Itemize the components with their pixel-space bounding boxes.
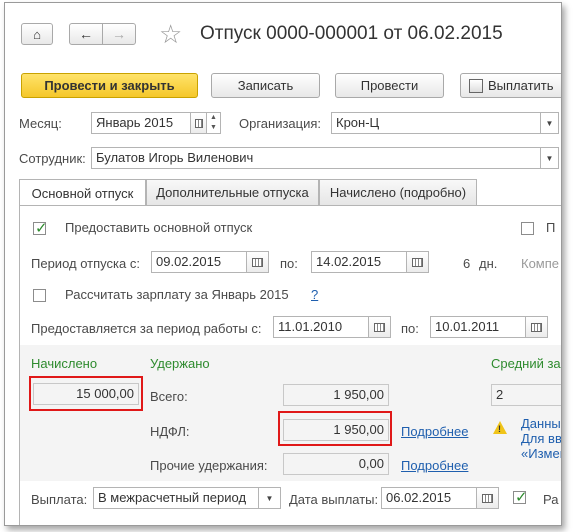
period-from-calendar-button[interactable] xyxy=(247,251,269,273)
period-to-field[interactable]: 14.02.2015 xyxy=(311,251,407,273)
payout-dropdown-button[interactable]: ▼ xyxy=(259,487,281,509)
tab-additional-vacations[interactable]: Дополнительные отпуска xyxy=(146,179,319,205)
month-spinner[interactable]: ▲ ▼ xyxy=(207,112,221,134)
pay-icon xyxy=(469,78,483,93)
help-link[interactable]: ? xyxy=(311,287,318,302)
back-button[interactable]: ← xyxy=(69,23,103,45)
employee-dropdown-button[interactable]: ▼ xyxy=(541,147,559,169)
calendar-icon xyxy=(412,257,423,267)
warning-exclamation: ! xyxy=(498,424,501,434)
employee-field[interactable]: Булатов Игорь Виленович xyxy=(91,147,541,169)
pay-button[interactable]: Выплатить xyxy=(460,73,561,98)
other-details-link[interactable]: Подробнее xyxy=(401,458,468,473)
star-icon[interactable]: ☆ xyxy=(159,19,182,50)
post-and-close-button[interactable]: Провести и закрыть xyxy=(21,73,198,98)
arrow-right-icon: → xyxy=(112,26,126,42)
tab-accrued-detailed[interactable]: Начислено (подробно) xyxy=(319,179,477,205)
checkmark-icon: ✓ xyxy=(35,220,48,237)
footer-checkbox-label: Ра xyxy=(543,492,559,507)
work-to-calendar-button[interactable] xyxy=(526,316,548,338)
right-checkbox[interactable] xyxy=(521,222,534,235)
total-withheld-label: Всего: xyxy=(150,389,188,404)
checkmark-icon: ✓ xyxy=(515,489,528,506)
work-from-field[interactable]: 11.01.2010 xyxy=(273,316,369,338)
recalc-salary-label: Рассчитать зарплату за Январь 2015 xyxy=(65,287,289,302)
accrued-heading: Начислено xyxy=(31,356,98,371)
chevron-down-icon: ▼ xyxy=(265,493,274,503)
grant-main-vacation-checkbox[interactable]: ✓ xyxy=(33,220,48,237)
home-icon: ⌂ xyxy=(33,26,41,42)
work-to-label: по: xyxy=(401,321,419,336)
warning-text-line1[interactable]: Данны xyxy=(521,416,561,431)
save-button[interactable]: Записать xyxy=(211,73,320,98)
month-label: Месяц: xyxy=(19,116,62,131)
total-withheld-field: 1 950,00 xyxy=(283,384,389,406)
calendar-icon xyxy=(194,118,203,128)
arrow-left-icon: ← xyxy=(79,26,93,42)
other-withholdings-label: Прочие удержания: xyxy=(150,458,268,473)
organization-label: Организация: xyxy=(239,116,322,131)
organization-dropdown-button[interactable]: ▼ xyxy=(541,112,559,134)
employee-label: Сотрудник: xyxy=(19,151,86,166)
period-to-label: по: xyxy=(280,256,298,271)
work-period-label: Предоставляется за период работы с: xyxy=(31,321,262,336)
chevron-down-icon: ▼ xyxy=(545,118,554,128)
calendar-icon xyxy=(374,322,385,332)
payout-field[interactable]: В межрасчетный период xyxy=(93,487,259,509)
days-unit-label: дн. xyxy=(479,256,498,271)
pay-date-label: Дата выплаты: xyxy=(289,492,379,507)
average-earnings-heading: Средний за xyxy=(491,356,561,371)
accrued-highlight xyxy=(29,376,143,411)
calendar-icon xyxy=(252,257,263,267)
tab-main-vacation[interactable]: Основной отпуск xyxy=(19,179,146,206)
window-title: Отпуск 0000-000001 от 06.02.2015 xyxy=(200,23,503,44)
forward-button[interactable]: → xyxy=(102,23,136,45)
work-from-calendar-button[interactable] xyxy=(369,316,391,338)
recalc-salary-checkbox[interactable] xyxy=(33,289,46,302)
payout-label: Выплата: xyxy=(31,492,88,507)
period-from-label: Период отпуска с: xyxy=(31,256,140,271)
days-count: 6 xyxy=(463,256,471,271)
spin-down-icon[interactable]: ▼ xyxy=(207,123,220,133)
ndfl-label: НДФЛ: xyxy=(150,424,190,439)
work-to-field[interactable]: 10.01.2011 xyxy=(430,316,526,338)
grant-main-vacation-label: Предоставить основной отпуск xyxy=(65,220,253,235)
calendar-icon xyxy=(531,322,542,332)
chevron-down-icon: ▼ xyxy=(545,153,554,163)
compensation-label: Компе xyxy=(521,256,560,271)
pay-date-field[interactable]: 06.02.2015 xyxy=(381,487,477,509)
month-calendar-button[interactable] xyxy=(191,112,207,134)
month-field[interactable]: Январь 2015 xyxy=(91,112,191,134)
ndfl-details-link[interactable]: Подробнее xyxy=(401,424,468,439)
withheld-heading: Удержано xyxy=(150,356,210,371)
footer-checkbox[interactable]: ✓ xyxy=(513,489,528,506)
period-to-calendar-button[interactable] xyxy=(407,251,429,273)
average-earnings-field: 2 xyxy=(491,384,561,406)
pay-date-calendar-button[interactable] xyxy=(477,487,499,509)
pay-button-label: Выплатить xyxy=(488,78,554,93)
ndfl-highlight xyxy=(278,411,392,446)
right-checkbox-label: П xyxy=(546,220,556,235)
organization-field[interactable]: Крон-Ц xyxy=(331,112,541,134)
calendar-icon xyxy=(482,493,493,503)
document-window: ⌂ ← → ☆ Отпуск 0000-000001 от 06.02.2015… xyxy=(4,2,562,526)
other-withholdings-field: 0,00 xyxy=(283,453,389,475)
warning-text-line3[interactable]: «Измен xyxy=(521,446,561,461)
spin-up-icon[interactable]: ▲ xyxy=(207,113,220,123)
home-button[interactable]: ⌂ xyxy=(21,23,53,45)
post-button[interactable]: Провести xyxy=(335,73,444,98)
warning-text-line2[interactable]: Для вв xyxy=(521,431,561,446)
period-from-field[interactable]: 09.02.2015 xyxy=(151,251,247,273)
